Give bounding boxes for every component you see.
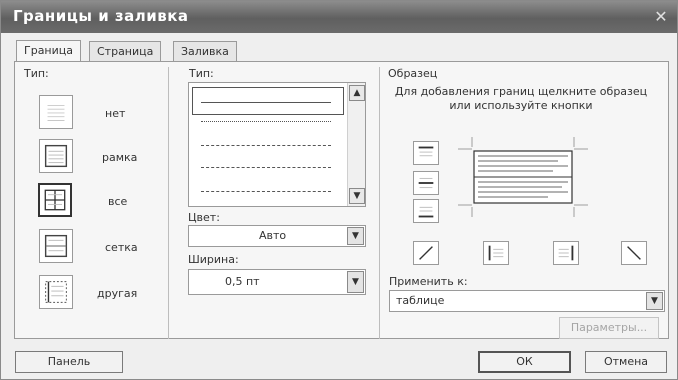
- line-style-dashed[interactable]: [201, 145, 331, 146]
- close-icon[interactable]: ✕: [653, 9, 669, 25]
- preset-none-label: нет: [105, 107, 126, 120]
- apply-to-select[interactable]: таблице ▼: [389, 290, 665, 312]
- line-style-dash-dot[interactable]: [201, 191, 331, 192]
- scroll-down-icon[interactable]: ▼: [349, 188, 365, 204]
- preset-box-icon[interactable]: [39, 139, 73, 173]
- line-style-scrollbar[interactable]: ▲ ▼: [347, 83, 365, 206]
- preset-custom-label: другая: [97, 287, 138, 300]
- preview-sample[interactable]: [458, 137, 588, 217]
- cancel-button[interactable]: Отмена: [585, 351, 667, 373]
- preset-grid-label: сетка: [105, 241, 138, 254]
- preset-all-label: все: [108, 195, 128, 208]
- window-title: Границы и заливка: [13, 7, 189, 25]
- tab-borders[interactable]: Граница: [16, 40, 82, 62]
- tab-shading[interactable]: Заливка: [173, 41, 237, 61]
- border-inside-horizontal-icon[interactable]: [413, 171, 439, 195]
- line-style-heading: Тип:: [189, 67, 214, 80]
- apply-to-label: Применить к:: [389, 275, 468, 288]
- line-style-solid[interactable]: [201, 102, 331, 103]
- line-style-long-dash[interactable]: [201, 167, 331, 168]
- border-bottom-icon[interactable]: [413, 199, 439, 223]
- preset-heading: Тип:: [24, 67, 49, 80]
- preset-grid-icon[interactable]: [39, 229, 73, 263]
- chevron-down-icon[interactable]: ▼: [347, 271, 364, 293]
- width-value: 0,5 пт: [225, 275, 260, 288]
- line-style-dotted[interactable]: [201, 121, 331, 122]
- chevron-down-icon[interactable]: ▼: [646, 292, 663, 310]
- width-select[interactable]: 0,5 пт ▼: [188, 269, 366, 295]
- preset-none-icon[interactable]: [39, 95, 73, 129]
- line-style-list[interactable]: ▲ ▼: [188, 82, 366, 207]
- preset-box-label: рамка: [102, 151, 138, 164]
- color-label: Цвет:: [188, 211, 220, 224]
- width-label: Ширина:: [188, 253, 239, 266]
- title-bar[interactable]: Границы и заливка ✕: [1, 1, 677, 33]
- border-left-icon[interactable]: [483, 241, 509, 265]
- preview-hint: Для добавления границ щелкните образец и…: [394, 85, 648, 112]
- divider: [379, 67, 380, 339]
- borders-and-shading-dialog: Границы и заливка ✕ Граница Страница Зал…: [0, 0, 678, 380]
- preset-custom-icon[interactable]: [39, 275, 73, 309]
- divider: [168, 67, 169, 339]
- chevron-down-icon[interactable]: ▼: [347, 227, 364, 245]
- color-value: Авто: [259, 229, 287, 242]
- tab-page-border[interactable]: Страница: [89, 41, 162, 61]
- border-right-icon[interactable]: [553, 241, 579, 265]
- panel-button[interactable]: Панель: [15, 351, 123, 373]
- options-button[interactable]: Параметры...: [559, 317, 659, 339]
- apply-to-value: таблице: [396, 294, 445, 307]
- preset-all-icon[interactable]: [38, 183, 72, 217]
- border-diagonal-down-icon[interactable]: [621, 241, 647, 265]
- border-diagonal-up-icon[interactable]: [413, 241, 439, 265]
- ok-button[interactable]: ОК: [478, 351, 571, 373]
- scroll-up-icon[interactable]: ▲: [349, 85, 365, 101]
- color-select[interactable]: Авто ▼: [188, 225, 366, 247]
- border-top-icon[interactable]: [413, 141, 439, 165]
- line-style-selected[interactable]: [192, 87, 344, 115]
- preview-heading: Образец: [388, 67, 438, 80]
